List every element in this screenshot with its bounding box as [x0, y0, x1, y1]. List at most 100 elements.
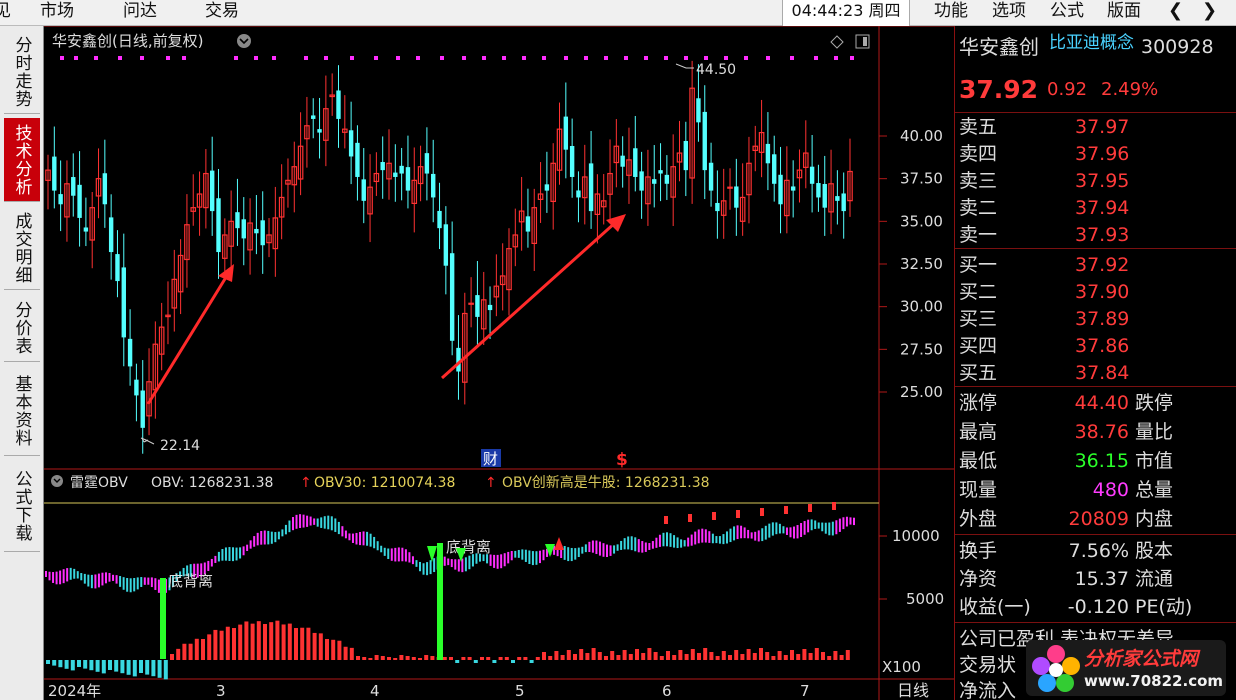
- volume-bar: [318, 633, 323, 660]
- volume-bar: [70, 660, 75, 671]
- bid-row[interactable]: 买五 37.84: [955, 360, 1236, 387]
- volume-bar: [281, 624, 286, 660]
- volume-bar: [486, 657, 491, 660]
- volume-bar: [647, 648, 652, 660]
- volume-bar: [777, 651, 782, 660]
- diamond-icon[interactable]: [830, 35, 844, 49]
- candle-body: [317, 129, 322, 133]
- signal-dot: [374, 56, 378, 60]
- menu-layout[interactable]: 版面: [1107, 0, 1141, 26]
- ask-row[interactable]: 卖一 37.93: [955, 222, 1236, 249]
- volume-bar: [498, 657, 503, 660]
- price-tick-label: 35.00: [900, 212, 943, 230]
- candle-body: [576, 190, 581, 198]
- tab-intraday[interactable]: 分时走势: [4, 30, 40, 114]
- candle-body: [77, 184, 82, 218]
- candle-body: [822, 184, 827, 208]
- finance-value: 7.56%: [1068, 540, 1129, 562]
- order-level-label: 卖三: [959, 170, 998, 192]
- order-price: 37.86: [1075, 335, 1130, 357]
- volume-bar: [802, 649, 807, 660]
- volume-bar: [362, 657, 367, 660]
- signal-dot: [254, 56, 258, 60]
- tab-basic-info[interactable]: 基本资料: [4, 366, 40, 456]
- tab-technical[interactable]: 技术分析: [4, 118, 40, 202]
- forward-arrow-icon[interactable]: ❯: [1202, 0, 1217, 22]
- volume-bar: [504, 657, 509, 660]
- back-arrow-icon[interactable]: ❮: [1168, 0, 1183, 22]
- candle-body: [380, 162, 385, 171]
- volume-bar: [89, 660, 94, 671]
- bid-row[interactable]: 买一 37.92: [955, 252, 1236, 279]
- volume-bar: [560, 655, 565, 660]
- volume-bar: [250, 623, 255, 660]
- chevron-down-icon[interactable]: [237, 34, 251, 48]
- stat-label-2: 跌停: [1135, 392, 1174, 414]
- ask-row[interactable]: 卖五 37.97: [955, 114, 1236, 141]
- volume-bar: [300, 627, 305, 660]
- obv-red-mark: [712, 512, 716, 520]
- candle-body: [727, 186, 733, 189]
- stat-label: 外盘: [959, 508, 998, 530]
- menu-trade[interactable]: 交易: [205, 0, 239, 26]
- tab-price-table[interactable]: 分价表: [4, 294, 40, 362]
- menu-formula[interactable]: 公式: [1050, 0, 1084, 26]
- dividend-event-icon[interactable]: $: [616, 450, 628, 470]
- ask-row[interactable]: 卖四 37.96: [955, 141, 1236, 168]
- candle-body: [52, 156, 57, 191]
- signal-dot: [604, 56, 608, 60]
- volume-bar: [548, 656, 553, 660]
- window-icon[interactable]: [855, 34, 870, 49]
- side-tab-bar: 分时走势 技术分析 成交明细 分价表 基本资料 公式下载: [0, 26, 44, 700]
- candle-body: [348, 130, 354, 157]
- candle-body: [588, 163, 594, 212]
- svg-text:6: 6: [662, 682, 672, 700]
- candle-body: [121, 267, 126, 338]
- up-arrow-icon: [554, 537, 564, 550]
- stock-concept[interactable]: 比亚迪概念: [1049, 30, 1134, 57]
- signal-dot: [462, 56, 466, 60]
- menu-market[interactable]: 市场: [40, 0, 74, 26]
- tab-formula-download[interactable]: 公式下载: [4, 460, 40, 552]
- order-level-label: 卖一: [959, 224, 998, 246]
- volume-bar: [145, 660, 150, 675]
- order-price: 37.96: [1075, 143, 1130, 165]
- signal-dot: [814, 56, 818, 60]
- finance-label: 换手: [959, 540, 998, 562]
- candle-body: [708, 162, 714, 191]
- bid-row[interactable]: 买二 37.90: [955, 279, 1236, 306]
- stat-value: 38.76: [1074, 421, 1129, 443]
- menu-options[interactable]: 选项: [992, 0, 1026, 26]
- volume-bar: [182, 643, 187, 660]
- obv-indicator-name: 雷霆OBV: [70, 475, 128, 491]
- obv30-value: OBV30: 1210074.38: [314, 475, 455, 491]
- signal-dot: [482, 56, 486, 60]
- candle-body: [525, 216, 531, 232]
- finance-label: 净资: [959, 568, 998, 590]
- candle-body: [235, 212, 240, 229]
- volume-bar: [628, 654, 633, 660]
- bid-row[interactable]: 买四 37.86: [955, 333, 1236, 360]
- volume-bar: [746, 649, 751, 660]
- volume-bar: [46, 660, 50, 664]
- candle-body: [658, 170, 663, 174]
- kline-chart-area[interactable]: 华安鑫创(日线,前复权) 40.00 37.50 35.00 32.50 30.00 27…: [44, 26, 954, 700]
- menu-function[interactable]: 功能: [934, 0, 968, 26]
- bid-row[interactable]: 买三 37.89: [955, 306, 1236, 333]
- obv-red-mark: [832, 502, 836, 510]
- tab-deal-detail[interactable]: 成交明细: [4, 206, 40, 290]
- obv-unit: X100: [882, 658, 921, 676]
- volume-bar: [467, 657, 472, 660]
- signal-dot: [584, 56, 588, 60]
- candle-body: [778, 174, 783, 205]
- candle-body: [209, 170, 215, 212]
- ask-row[interactable]: 卖三 37.95: [955, 168, 1236, 195]
- volume-bar: [728, 655, 732, 660]
- volume-bar: [449, 657, 453, 660]
- menu-wenda[interactable]: 问达: [123, 0, 157, 26]
- ask-row[interactable]: 卖二 37.94: [955, 195, 1236, 222]
- volume-bar: [405, 656, 410, 660]
- signal-dot: [304, 56, 308, 60]
- menu-view[interactable]: 见: [0, 0, 11, 26]
- obv-red-mark: [808, 504, 812, 512]
